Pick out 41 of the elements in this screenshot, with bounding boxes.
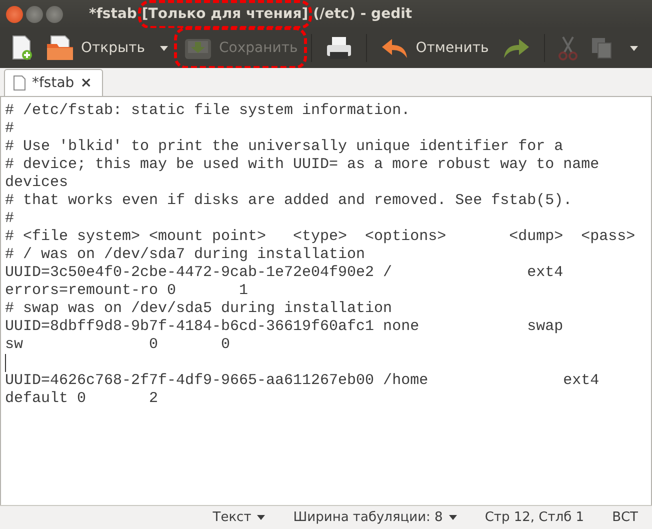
printer-icon	[324, 35, 353, 61]
code-line: UUID=3c50e4f0-2cbe-4472-9cab-1e72e04f90e2 / ext4	[5, 264, 564, 281]
document-icon	[13, 75, 26, 91]
undo-arrow-icon	[380, 37, 410, 59]
tab-label: *fstab	[32, 74, 74, 92]
code-line: # / was on /dev/sda7 during installation	[5, 246, 366, 263]
code-line: # that works even if disks are added and removed. See fstab(5).	[5, 192, 572, 209]
folder-icon	[45, 34, 75, 62]
tab-width-dropdown[interactable]: Ширина табуляции: 8	[293, 508, 443, 528]
code-line: #	[5, 120, 14, 137]
window-title: *fstab	[89, 4, 137, 24]
open-button[interactable]: Открыть	[40, 30, 150, 66]
code-line: UUID=4626c768-2f7f-4df9-9665-aa611267eb00 /home ext4	[5, 372, 600, 389]
copy-icon	[590, 36, 614, 60]
code-line: default 0 2	[5, 390, 158, 407]
close-button[interactable]: ×	[80, 72, 92, 94]
code-line: UUID=8dbff9d8-9b7f-4184-b6cd-36619f60afc1 none swap	[5, 318, 564, 335]
undo-button[interactable]: Отменить	[374, 33, 494, 63]
insert-mode: ВСТ	[612, 508, 638, 527]
document-tab[interactable]: *fstab ×	[4, 69, 103, 96]
code-line: # /etc/fstab: static file system information.	[5, 102, 410, 119]
code-line: # Use 'blkid' to print the universally unique identifier for a	[5, 138, 564, 155]
scissors-icon	[558, 35, 578, 61]
minimize-button[interactable]	[26, 6, 43, 22]
code-line: # swap was on /dev/sda5 during installation	[5, 300, 392, 317]
code-line: # <file system> <mount point> <type> <options> <dump> <pass>	[5, 228, 636, 245]
window-title: (/etc) - gedit	[313, 4, 412, 24]
overflow-caret-icon[interactable]	[630, 46, 638, 50]
code-line: sw 0 0	[5, 336, 230, 353]
code-line: # device; this may be used with UUID= as a more robust way to name	[5, 156, 600, 173]
dropdown-caret-icon[interactable]	[448, 515, 457, 520]
code-line: devices	[5, 174, 68, 191]
dropdown-caret-icon[interactable]	[257, 515, 266, 520]
language-dropdown[interactable]: Текст	[212, 508, 252, 528]
close-button[interactable]	[6, 6, 23, 22]
code-line: errors=remount-ro 0 1	[5, 282, 248, 299]
code-line: #	[5, 210, 14, 227]
cursor-position: Стр 12, Стлб 1	[484, 508, 584, 527]
maximize-button[interactable]	[46, 6, 63, 22]
new-document-icon	[11, 35, 33, 61]
dropdown-caret-icon[interactable]	[160, 46, 168, 50]
